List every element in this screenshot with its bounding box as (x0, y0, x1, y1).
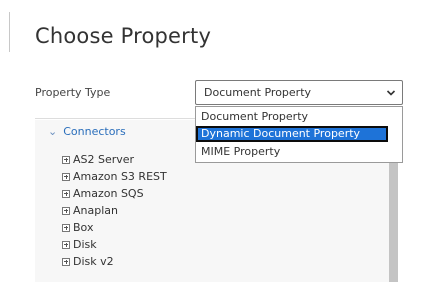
tree-item-label: Disk (73, 238, 97, 251)
property-type-select[interactable]: Document Property (195, 80, 403, 105)
dropdown-option-mime-property[interactable]: MIME Property (196, 144, 402, 160)
property-type-dropdown-list: Document Property Dynamic Document Prope… (195, 106, 403, 163)
expand-plus-icon[interactable] (62, 258, 70, 266)
property-type-label: Property Type (35, 86, 111, 99)
property-type-select-value: Document Property (204, 86, 312, 99)
tree-item[interactable]: Amazon SQS (62, 186, 144, 202)
tree-item[interactable]: AS2 Server (62, 152, 134, 168)
tree-group-connectors[interactable]: ⌄ Connectors (48, 125, 126, 138)
chevron-down-icon: ⌄ (48, 125, 58, 138)
tree-item[interactable]: Disk v2 (62, 254, 114, 270)
tree-item-label: AS2 Server (73, 153, 135, 166)
tree-item-label: Anaplan (73, 204, 118, 217)
tree-item-label: Box (73, 221, 94, 234)
tree-item-label: Disk v2 (73, 255, 114, 268)
tree-item[interactable]: Amazon S3 REST (62, 169, 167, 185)
expand-plus-icon[interactable] (62, 207, 70, 215)
expand-plus-icon[interactable] (62, 156, 70, 164)
dropdown-option-document-property[interactable]: Document Property (196, 109, 402, 125)
dropdown-option-dynamic-document-property[interactable]: Dynamic Document Property (196, 126, 388, 142)
tree-item[interactable]: Disk (62, 237, 97, 253)
tree-item-label: Amazon SQS (73, 187, 144, 200)
expand-plus-icon[interactable] (62, 241, 70, 249)
panel-left-border (9, 12, 10, 52)
expand-plus-icon[interactable] (62, 190, 70, 198)
page-title: Choose Property (35, 24, 212, 48)
tree-item-label: Amazon S3 REST (73, 170, 167, 183)
expand-plus-icon[interactable] (62, 173, 70, 181)
chevron-down-icon (386, 90, 396, 96)
tree-item[interactable]: Anaplan (62, 203, 118, 219)
tree-item[interactable]: Box (62, 220, 93, 236)
tree-group-label: Connectors (63, 125, 126, 138)
expand-plus-icon[interactable] (62, 224, 70, 232)
